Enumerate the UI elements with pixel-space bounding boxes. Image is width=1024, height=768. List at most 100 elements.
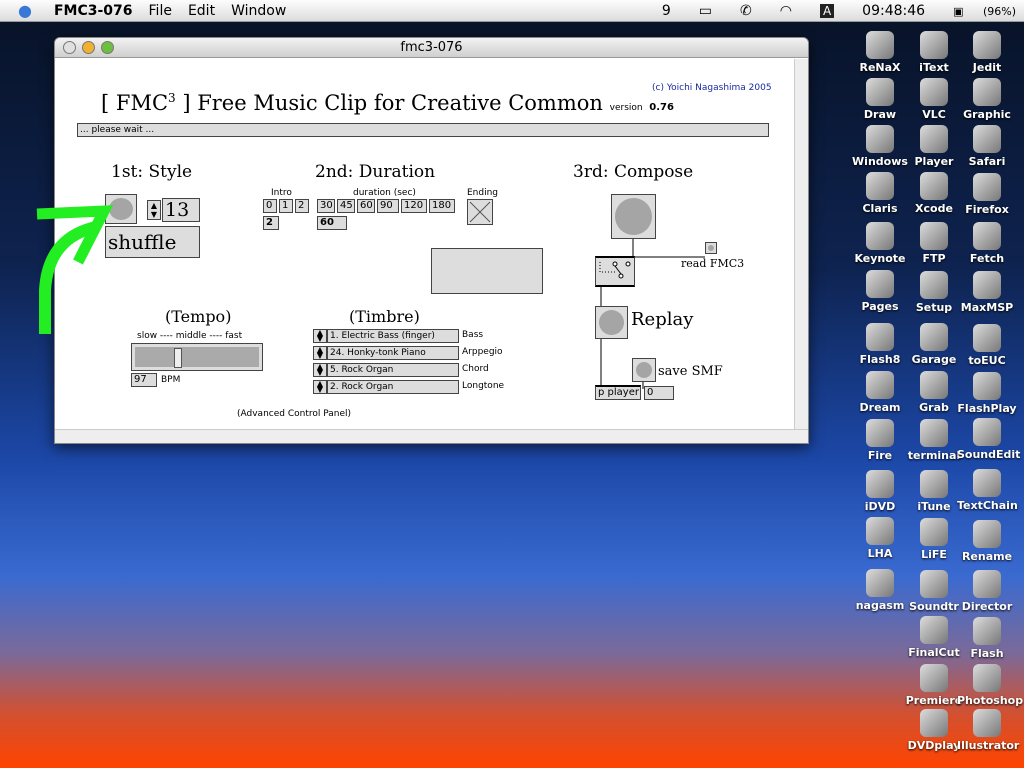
vertical-scrollbar[interactable] [794,59,808,431]
desktop-icon-renax[interactable]: ReNaX [850,31,910,74]
icon-label: FlashPlay [957,402,1017,415]
desktop-icon-finalcut[interactable]: FinalCut [904,616,964,659]
desktop-icon-nagasm[interactable]: nagasm [850,569,910,612]
desktop-icon-jedit[interactable]: Jedit [957,31,1017,74]
gate-switch[interactable] [595,256,635,287]
app-icon [920,371,948,399]
desktop-icon-garage[interactable]: Garage [904,323,964,366]
battery-percent: (96%) [982,4,1016,18]
app-icon [866,172,894,200]
save-smf-label: save SMF [658,364,723,379]
timbre-instrument-menu[interactable]: 2. Rock Organ [327,380,459,394]
desktop-icon-claris[interactable]: Claris [850,172,910,215]
player-object[interactable]: p player [595,385,641,400]
desktop-icon-itune[interactable]: iTune [904,470,964,513]
desktop-icon-terminal[interactable]: terminal [904,419,964,462]
display-icon[interactable]: ▭ [699,3,712,19]
title-bar[interactable]: fmc3-076 [55,38,808,58]
desktop-icon-dvdplay[interactable]: DVDplay [904,709,964,752]
icon-label: DVDplay [907,739,961,752]
advanced-control-panel-link[interactable]: (Advanced Control Panel) [237,409,351,419]
timbre-stepper[interactable]: ▲ ▼ [313,380,327,394]
clock[interactable]: 09:48:46 [862,3,925,19]
desktop-icon-windows[interactable]: Windows [850,125,910,168]
desktop-icon-photoshop[interactable]: Photoshop [957,664,1023,707]
desktop-icon-setup[interactable]: Setup [904,271,964,314]
timbre-stepper[interactable]: ▲ ▼ [313,346,327,360]
desktop-icon-textchain[interactable]: TextChain [957,469,1018,512]
app-icon [973,173,1001,201]
window-title: fmc3-076 [400,40,463,55]
app-icon [866,323,894,351]
compose-bang-button[interactable] [611,194,656,239]
timbre-instrument-menu[interactable]: 24. Honky-tonk Piano [327,346,459,360]
menu-file[interactable]: File [149,3,172,19]
desktop-icon-dream[interactable]: Dream [850,371,910,414]
nine-status[interactable]: 9 [662,3,671,19]
wifi-icon[interactable]: ◠ [780,3,792,19]
desktop-icon-soundtr[interactable]: Soundtr [904,570,964,613]
app-icon [973,469,1001,497]
desktop-icon-life[interactable]: LiFE [904,518,964,561]
save-smf-button[interactable] [632,358,656,382]
icon-label: VLC [922,108,946,121]
replay-button[interactable] [595,306,628,339]
desktop-icon-vlc[interactable]: VLC [904,78,964,121]
icon-label: LiFE [921,548,947,561]
desktop-icon-rename[interactable]: Rename [957,520,1017,563]
phone-icon[interactable]: ✆ [740,3,752,19]
bpm-value[interactable]: 97 [131,373,157,387]
icon-label: Dream [859,401,901,414]
input-menu[interactable]: A [819,4,835,18]
app-icon [866,78,894,106]
timbre-stepper[interactable]: ▲ ▼ [313,329,327,343]
icon-label: Pages [861,300,899,313]
app-icon [973,709,1001,737]
desktop-icon-lha[interactable]: LHA [850,517,910,560]
desktop-icon-premiere[interactable]: Premiere [904,664,964,707]
tempo-slider[interactable] [131,343,263,371]
desktop-icon-fetch[interactable]: Fetch [957,222,1017,265]
app-icon [866,371,894,399]
desktop-icon-graphic[interactable]: Graphic [957,78,1017,121]
horizontal-scrollbar[interactable] [55,429,808,443]
timbre-part-label: Bass [462,330,484,340]
desktop-icon-flash8[interactable]: Flash8 [850,323,910,366]
desktop-icon-flashplay[interactable]: FlashPlay [957,372,1017,415]
desktop-icon-toeuc[interactable]: toEUC [957,324,1017,367]
desktop-icon-xcode[interactable]: Xcode [904,172,964,215]
desktop-icon-player[interactable]: Player [904,125,964,168]
menu-window[interactable]: Window [231,3,286,19]
desktop-icon-grab[interactable]: Grab [904,371,964,414]
desktop-icon-keynote[interactable]: Keynote [850,222,910,265]
desktop-icon-itext[interactable]: iText [904,31,964,74]
desktop-icon-maxmsp[interactable]: MaxMSP [957,271,1017,314]
icon-label: FTP [922,252,946,265]
desktop-icon-fire[interactable]: Fire [850,419,910,462]
icon-label: Draw [863,108,897,121]
desktop-icon-illustrator[interactable]: Illustrator [957,709,1019,752]
desktop-icon-firefox[interactable]: Firefox [957,173,1017,216]
desktop-icon-safari[interactable]: Safari [957,125,1017,168]
desktop-icon-director[interactable]: Director [957,570,1017,613]
player-counter[interactable]: 0 [644,386,674,400]
timbre-stepper[interactable]: ▲ ▼ [313,363,327,377]
app-icon [973,570,1001,598]
desktop-icon-pages[interactable]: Pages [850,270,910,313]
desktop-icon-draw[interactable]: Draw [850,78,910,121]
battery-status[interactable]: ▣ (96%) [953,5,1016,18]
slider-thumb[interactable] [173,348,182,368]
app-icon [920,616,948,644]
timbre-instrument-menu[interactable]: 1. Electric Bass (finger) [327,329,459,343]
timbre-instrument-menu[interactable]: 5. Rock Organ [327,363,459,377]
icon-label: TextChain [957,499,1018,512]
menu-edit[interactable]: Edit [188,3,215,19]
app-icon [973,372,1001,400]
desktop-icon-idvd[interactable]: iDVD [850,470,910,513]
desktop-icon-flash[interactable]: Flash [957,617,1017,660]
desktop-icon-soundedit[interactable]: SoundEdit [957,418,1020,461]
desktop-icon-ftp[interactable]: FTP [904,222,964,265]
app-icon [920,664,948,692]
icon-label: Soundtr [909,600,959,613]
read-fmc3-button[interactable] [705,242,717,254]
